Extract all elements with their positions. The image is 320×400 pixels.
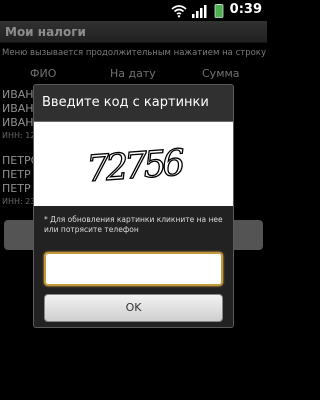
captcha-drawing: 72756 (85, 142, 187, 191)
dialog-title: Введите код с картинки (42, 95, 209, 110)
wifi-icon (171, 4, 187, 17)
signal-icon (192, 4, 207, 18)
refresh-note: * Для обновления картинки кликните на не… (44, 215, 223, 234)
code-input[interactable] (44, 252, 223, 286)
captcha-text: 72756 (85, 143, 185, 191)
captcha-image[interactable]: 72756 (34, 122, 233, 206)
dialog-title-bar: Введите код с картинки (34, 85, 233, 122)
clock: 0:39 (229, 2, 262, 17)
battery-icon (214, 3, 224, 18)
status-icons (171, 3, 227, 18)
status-bar: 0:39 (0, 0, 267, 21)
ok-button[interactable]: OK (44, 294, 223, 322)
captcha-dialog: Введите код с картинки 72756 * Для обнов… (33, 84, 234, 328)
